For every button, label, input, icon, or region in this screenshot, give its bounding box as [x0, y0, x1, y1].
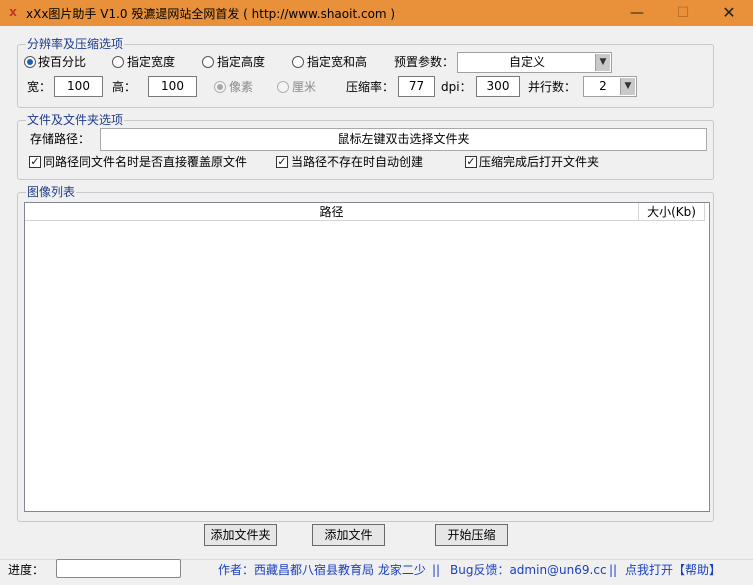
- radio-by-percent[interactable]: [24, 56, 36, 68]
- separator: ||: [432, 563, 441, 577]
- overwrite-label[interactable]: 同路径同文件名时是否直接覆盖原文件: [43, 154, 247, 170]
- radio-by-width-height-label[interactable]: 指定宽和高: [307, 54, 367, 70]
- width-label: 宽：: [27, 80, 52, 94]
- help-link[interactable]: 点我打开【帮助】: [625, 562, 721, 578]
- app-icon: x: [9, 5, 17, 19]
- auto-create-label[interactable]: 当路径不存在时自动创建: [291, 154, 423, 170]
- author-link[interactable]: 作者：西藏昌都八宿县教育局 龙家二少: [218, 562, 426, 578]
- radio-by-height[interactable]: [202, 56, 214, 68]
- chevron-down-icon[interactable]: ▼: [620, 78, 635, 95]
- parallel-select-value: 2: [599, 79, 607, 93]
- radio-unit-cm-label[interactable]: 厘米: [292, 79, 316, 95]
- progress-bar: [56, 559, 181, 578]
- column-header-size[interactable]: 大小(Kb): [639, 203, 705, 221]
- maximize-button[interactable]: ☐: [660, 0, 706, 26]
- radio-by-width-height[interactable]: [292, 56, 304, 68]
- image-list-group-title: 图像列表: [26, 185, 77, 199]
- bug-feedback-link[interactable]: Bug反馈：admin@un69.cc: [450, 562, 607, 578]
- radio-by-height-label[interactable]: 指定高度: [217, 54, 265, 70]
- auto-create-checkbox[interactable]: ✓: [276, 156, 288, 168]
- separator: ||: [609, 563, 618, 577]
- open-folder-checkbox[interactable]: ✓: [465, 156, 477, 168]
- start-compress-button[interactable]: 开始压缩: [435, 524, 508, 546]
- preset-select-value: 自定义: [508, 55, 545, 69]
- height-input[interactable]: 100: [148, 76, 197, 97]
- add-folder-button[interactable]: 添加文件夹: [204, 524, 277, 546]
- open-folder-label[interactable]: 压缩完成后打开文件夹: [479, 154, 599, 170]
- overwrite-checkbox[interactable]: ✓: [29, 156, 41, 168]
- preset-label: 预置参数：: [394, 55, 455, 69]
- height-label: 高：: [112, 80, 137, 94]
- dpi-label: dpi：: [441, 80, 472, 94]
- radio-by-percent-label[interactable]: 按百分比: [38, 54, 86, 70]
- dpi-input[interactable]: 300: [476, 76, 520, 97]
- close-button[interactable]: ✕: [706, 0, 752, 26]
- save-path-label: 存储路径：: [30, 132, 91, 146]
- compression-input[interactable]: 77: [398, 76, 435, 97]
- resolution-group-title: 分辨率及压缩选项: [26, 37, 125, 51]
- preset-select[interactable]: 自定义 ▼: [457, 52, 612, 73]
- radio-unit-pixel-label[interactable]: 像素: [229, 79, 253, 95]
- column-header-path[interactable]: 路径: [25, 203, 639, 221]
- parallel-label: 并行数：: [528, 80, 577, 94]
- title-bar[interactable]: x xXx图片助手 V1.0 殁瀌遈网站全网首发 ( http://www.sh…: [0, 0, 753, 26]
- progress-label: 进度：: [8, 563, 45, 577]
- width-input[interactable]: 100: [54, 76, 103, 97]
- add-file-button[interactable]: 添加文件: [312, 524, 385, 546]
- chevron-down-icon[interactable]: ▼: [595, 54, 610, 71]
- radio-by-width-label[interactable]: 指定宽度: [127, 54, 175, 70]
- radio-unit-cm[interactable]: [277, 81, 289, 93]
- window-title: xXx图片助手 V1.0 殁瀌遈网站全网首发 ( http://www.shao…: [26, 7, 396, 21]
- image-list[interactable]: 路径 大小(Kb): [24, 202, 710, 512]
- save-path-field[interactable]: 鼠标左键双击选择文件夹: [100, 128, 707, 151]
- radio-by-width[interactable]: [112, 56, 124, 68]
- parallel-select[interactable]: 2 ▼: [583, 76, 637, 97]
- folder-group-title: 文件及文件夹选项: [26, 113, 125, 127]
- compression-label: 压缩率：: [346, 80, 395, 94]
- minimize-button[interactable]: —: [614, 0, 660, 26]
- radio-unit-pixel[interactable]: [214, 81, 226, 93]
